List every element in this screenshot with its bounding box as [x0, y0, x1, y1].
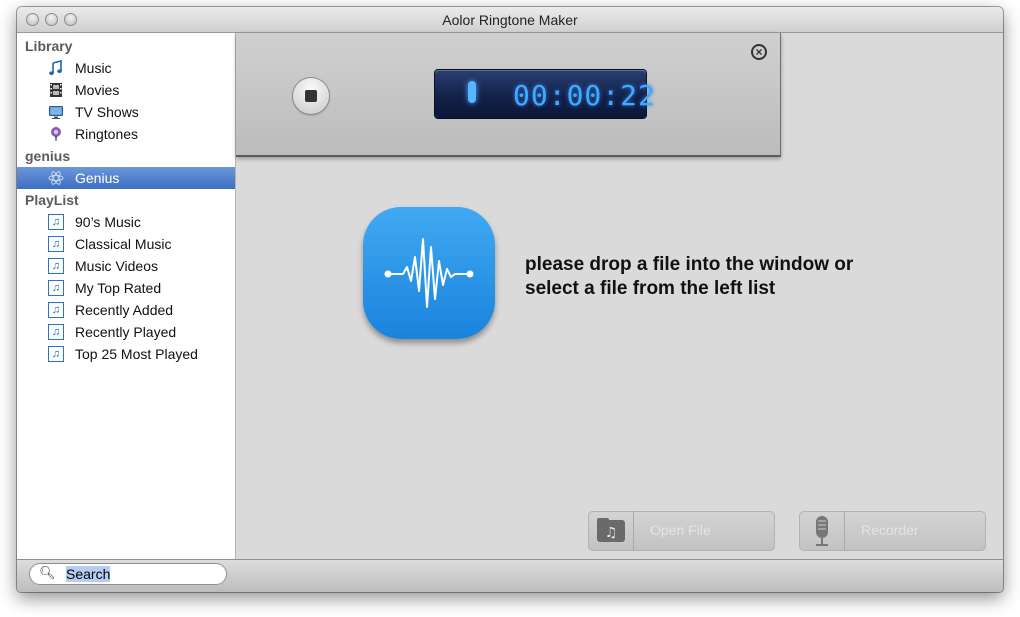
microphone-icon: [468, 81, 476, 103]
sidebar-item-recently-added[interactable]: ♫ Recently Added: [17, 299, 235, 321]
sidebar-item-label: Movies: [75, 82, 120, 98]
playlist-icon: ♫: [48, 302, 64, 318]
sidebar-item-label: Music Videos: [75, 258, 159, 274]
recorder-button[interactable]: Recorder: [799, 511, 986, 551]
sidebar-group-playlist: PlayList: [25, 192, 79, 208]
sidebar-item-label: Recently Played: [75, 324, 177, 340]
search-input-text[interactable]: Search: [66, 566, 111, 582]
drop-instructions-line2: select a file from the left list: [525, 278, 776, 299]
recorder-label: Recorder: [861, 522, 919, 538]
playlist-icon: ♫: [48, 324, 64, 340]
search-field[interactable]: 🔍︎ Search: [29, 563, 227, 585]
stop-icon: [305, 90, 317, 102]
app-logo: [363, 207, 495, 339]
elapsed-time: 00:00:22: [513, 79, 656, 112]
sidebar-item-genius[interactable]: Genius: [17, 167, 235, 189]
open-file-button[interactable]: ♫ Open File: [588, 511, 775, 551]
sidebar-item-label: Recently Added: [75, 302, 174, 318]
waveform-icon: [384, 238, 474, 308]
drop-instructions-line1: please drop a file into the window or: [525, 254, 854, 275]
open-file-label: Open File: [650, 522, 711, 538]
app-window: Aolor Ringtone Maker Library Music Movie…: [17, 7, 1003, 592]
sidebar-item-label: My Top Rated: [75, 280, 162, 296]
playlist-icon: ♫: [48, 280, 64, 296]
sidebar-item-music-videos[interactable]: ♫ Music Videos: [17, 255, 235, 277]
music-note-icon: [49, 60, 62, 75]
open-file-icon-box: ♫: [588, 511, 634, 551]
tv-icon: [49, 106, 63, 119]
recorder-panel: 00:00:22 ×: [236, 33, 781, 157]
sidebar-item-label: Top 25 Most Played: [75, 346, 198, 362]
sidebar-item-label: Genius: [75, 170, 120, 186]
drop-instructions: please drop a file into the window or se…: [525, 253, 853, 301]
window-title: Aolor Ringtone Maker: [442, 12, 578, 28]
genius-atom-icon: [48, 171, 64, 185]
stop-button[interactable]: [293, 78, 329, 114]
playlist-icon: ♫: [48, 214, 64, 230]
sidebar-item-top-25-most-played[interactable]: ♫ Top 25 Most Played: [17, 343, 235, 365]
sidebar-item-ringtones[interactable]: Ringtones: [17, 123, 235, 145]
sidebar-group-library: Library: [25, 38, 73, 54]
sidebar-item-my-top-rated[interactable]: ♫ My Top Rated: [17, 277, 235, 299]
sidebar-item-90s-music[interactable]: ♫ 90’s Music: [17, 211, 235, 233]
sidebar-item-classical-music[interactable]: ♫ Classical Music: [17, 233, 235, 255]
sidebar-item-recently-played[interactable]: ♫ Recently Played: [17, 321, 235, 343]
sidebar: Library Music Movies TV Shows Ringtones …: [17, 33, 236, 559]
close-icon: ×: [755, 45, 763, 59]
time-display: 00:00:22: [435, 70, 655, 118]
recorder-icon-box: [799, 511, 845, 551]
sidebar-item-movies[interactable]: Movies: [17, 79, 235, 101]
search-icon: 🔍︎: [39, 565, 56, 580]
bottom-bar: 🔍︎ Search: [17, 559, 1003, 592]
playlist-icon: ♫: [48, 258, 64, 274]
ringtone-bell-icon: [51, 127, 61, 141]
sidebar-item-music[interactable]: Music: [17, 57, 235, 79]
sidebar-item-label: Music: [75, 60, 112, 76]
sidebar-item-label: TV Shows: [75, 104, 139, 120]
main-area[interactable]: 00:00:22 × please drop a file into the w…: [236, 33, 1003, 559]
music-folder-icon: ♫: [597, 518, 625, 542]
playlist-icon: ♫: [48, 236, 64, 252]
close-panel-button[interactable]: ×: [751, 44, 767, 60]
sidebar-item-label: Ringtones: [75, 126, 139, 142]
sidebar-item-tv-shows[interactable]: TV Shows: [17, 101, 235, 123]
sidebar-item-label: 90’s Music: [75, 214, 141, 230]
sidebar-group-genius: genius: [25, 148, 71, 164]
svg-text:♫: ♫: [605, 525, 618, 541]
playlist-icon: ♫: [48, 346, 64, 362]
microphone-icon: [816, 516, 828, 546]
sidebar-item-label: Classical Music: [75, 236, 172, 252]
film-icon: [50, 83, 62, 97]
title-bar: Aolor Ringtone Maker: [17, 7, 1003, 33]
